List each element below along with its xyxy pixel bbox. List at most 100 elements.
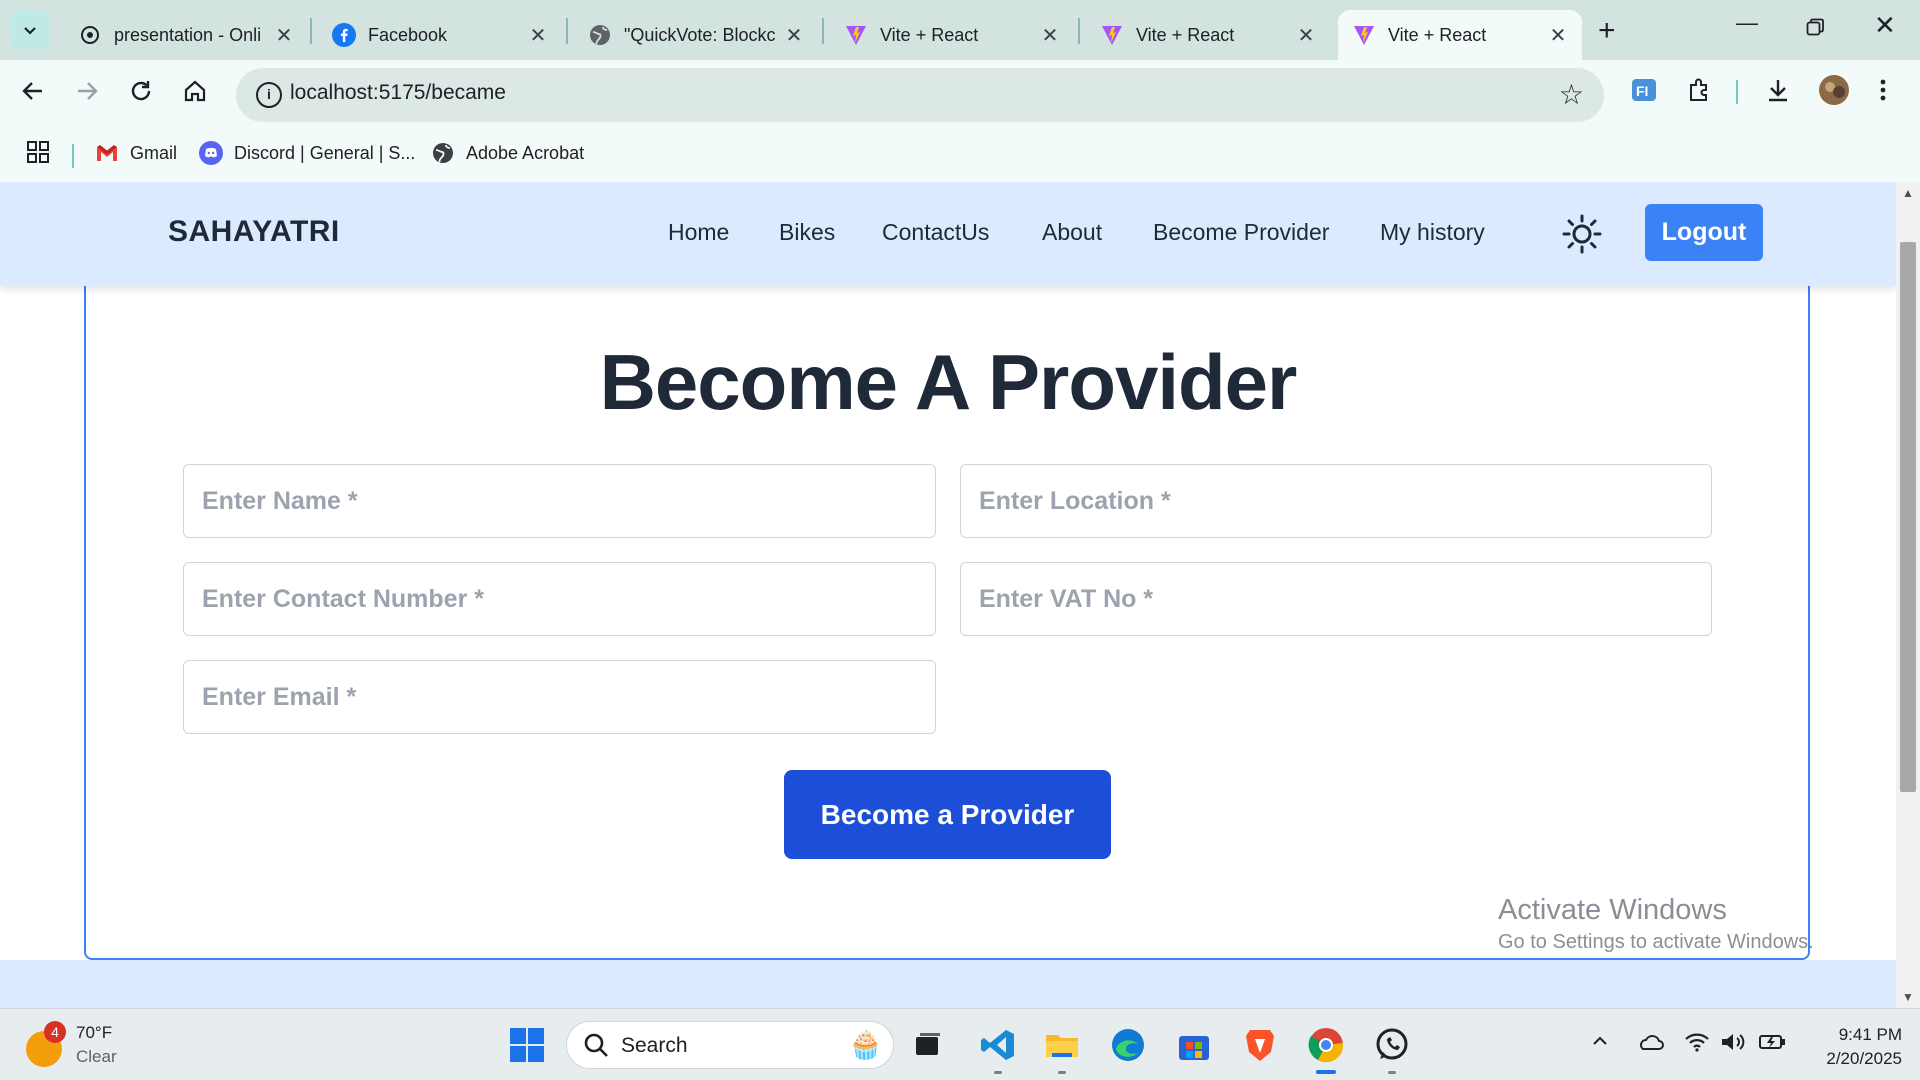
browser-tab[interactable]: "QuickVote: Blockc ✕ bbox=[574, 10, 818, 60]
extension-fi-icon[interactable]: FI bbox=[1630, 76, 1658, 109]
page-scrollbar[interactable]: ▲ ▼ bbox=[1896, 182, 1920, 1008]
nav-link-contactus[interactable]: ContactUs bbox=[882, 219, 989, 246]
tab-separator bbox=[566, 18, 568, 44]
sun-icon[interactable] bbox=[1562, 214, 1602, 254]
download-icon[interactable] bbox=[1764, 76, 1792, 109]
running-indicator bbox=[1058, 1071, 1066, 1074]
tab-title: Vite + React bbox=[1136, 24, 1235, 45]
watermark-title: Activate Windows bbox=[1498, 894, 1727, 926]
vite-icon bbox=[1100, 23, 1124, 47]
close-window-icon[interactable]: ✕ bbox=[1874, 10, 1896, 41]
clock-date: 2/20/2025 bbox=[1826, 1049, 1902, 1068]
discord-icon bbox=[198, 140, 224, 166]
file-explorer-icon[interactable] bbox=[1042, 1025, 1082, 1065]
clock-time: 9:41 PM bbox=[1838, 1025, 1902, 1044]
scrollbar-thumb[interactable] bbox=[1900, 242, 1916, 792]
browser-tab[interactable]: Vite + React ✕ bbox=[1086, 10, 1330, 60]
wifi-icon[interactable] bbox=[1684, 1031, 1710, 1059]
whatsapp-icon[interactable] bbox=[1372, 1025, 1412, 1065]
nav-link-about[interactable]: About bbox=[1042, 219, 1102, 246]
extensions-puzzle-icon[interactable] bbox=[1686, 76, 1714, 109]
watermark-subtitle: Go to Settings to activate Windows. bbox=[1498, 931, 1814, 953]
close-icon[interactable]: ✕ bbox=[274, 23, 294, 48]
vat-number-input[interactable] bbox=[960, 562, 1712, 636]
browser-tab-active[interactable]: Vite + React ✕ bbox=[1338, 10, 1582, 60]
vite-icon bbox=[844, 23, 868, 47]
globe-icon bbox=[588, 23, 612, 47]
more-menu-icon[interactable] bbox=[1878, 76, 1888, 109]
address-bar[interactable]: i localhost:5175/became ☆ bbox=[236, 68, 1604, 122]
site-info-icon[interactable]: i bbox=[256, 82, 282, 108]
onedrive-icon[interactable] bbox=[1636, 1031, 1664, 1059]
browser-tab[interactable]: presentation - Onli ✕ bbox=[64, 10, 308, 60]
bookmarks-bar: Gmail Discord | General | S... Adobe Acr… bbox=[0, 130, 1920, 182]
bookmark-label: Discord | General | S... bbox=[234, 142, 416, 163]
tab-title: "QuickVote: Blockc bbox=[624, 24, 776, 45]
nav-link-bikes[interactable]: Bikes bbox=[779, 219, 835, 246]
tab-title: Vite + React bbox=[1388, 24, 1487, 45]
site-brand[interactable]: SAHAYATRI bbox=[168, 215, 340, 249]
windows-start-icon[interactable] bbox=[507, 1025, 547, 1065]
orbit-icon bbox=[78, 23, 102, 47]
nav-link-become-provider[interactable]: Become Provider bbox=[1153, 219, 1329, 246]
windows-taskbar: 4 70°F Clear Search 🧁 9:41 PM 2/20/2025 bbox=[0, 1008, 1920, 1080]
search-label: Search bbox=[621, 1034, 688, 1057]
taskbar-search[interactable]: Search 🧁 bbox=[566, 1021, 894, 1069]
nav-link-my-history[interactable]: My history bbox=[1380, 219, 1485, 246]
close-icon[interactable]: ✕ bbox=[1548, 23, 1568, 48]
chrome-icon[interactable] bbox=[1306, 1025, 1346, 1065]
close-icon[interactable]: ✕ bbox=[784, 23, 804, 48]
url-text[interactable]: localhost:5175/became bbox=[290, 81, 506, 105]
facebook-icon bbox=[332, 23, 356, 47]
vite-icon bbox=[1352, 23, 1376, 47]
activate-windows-watermark: Activate Windows Go to Settings to activ… bbox=[1498, 894, 1814, 954]
new-tab-icon[interactable]: + bbox=[1598, 14, 1616, 48]
weather-widget[interactable]: 4 70°F Clear bbox=[26, 1021, 117, 1069]
home-icon[interactable] bbox=[182, 78, 208, 111]
become-provider-submit-button[interactable]: Become a Provider bbox=[784, 770, 1111, 859]
running-indicator bbox=[1388, 1071, 1396, 1074]
browser-tab[interactable]: Vite + React ✕ bbox=[830, 10, 1074, 60]
email-input[interactable] bbox=[183, 660, 936, 734]
minimize-icon[interactable]: — bbox=[1736, 10, 1758, 36]
tab-separator bbox=[310, 18, 312, 44]
bookmark-gmail[interactable]: Gmail bbox=[94, 140, 177, 166]
bookmark-star-icon[interactable]: ☆ bbox=[1559, 78, 1584, 111]
nav-link-home[interactable]: Home bbox=[668, 219, 729, 246]
bookmark-adobe-acrobat[interactable]: Adobe Acrobat bbox=[430, 140, 584, 166]
browser-tab[interactable]: Facebook ✕ bbox=[318, 10, 562, 60]
microsoft-store-icon[interactable] bbox=[1174, 1025, 1214, 1065]
reload-icon[interactable] bbox=[128, 78, 154, 111]
task-view-icon[interactable] bbox=[908, 1025, 948, 1065]
battery-icon[interactable] bbox=[1758, 1031, 1786, 1059]
close-icon[interactable]: ✕ bbox=[1296, 23, 1316, 48]
page-title: Become A Provider bbox=[599, 338, 1298, 426]
system-clock[interactable]: 9:41 PM 2/20/2025 bbox=[1806, 1023, 1902, 1071]
close-icon[interactable]: ✕ bbox=[528, 23, 548, 48]
scroll-up-icon[interactable]: ▲ bbox=[1902, 186, 1914, 200]
logout-button[interactable]: Logout bbox=[1645, 204, 1763, 261]
web-page: SAHAYATRI Home Bikes ContactUs About Bec… bbox=[0, 182, 1896, 1008]
edge-icon[interactable] bbox=[1108, 1025, 1148, 1065]
name-input[interactable] bbox=[183, 464, 936, 538]
gmail-icon bbox=[94, 140, 120, 166]
location-input[interactable] bbox=[960, 464, 1712, 538]
globe-icon bbox=[430, 140, 456, 166]
scroll-down-icon[interactable]: ▼ bbox=[1902, 990, 1914, 1004]
back-icon[interactable] bbox=[20, 78, 46, 111]
close-icon[interactable]: ✕ bbox=[1040, 23, 1060, 48]
forward-icon[interactable] bbox=[74, 78, 100, 111]
contact-number-input[interactable] bbox=[183, 562, 936, 636]
chevron-up-icon[interactable] bbox=[1590, 1031, 1610, 1057]
volume-icon[interactable] bbox=[1720, 1031, 1746, 1059]
tab-search-button[interactable] bbox=[10, 10, 50, 50]
apps-grid-icon[interactable] bbox=[26, 140, 50, 164]
restore-icon[interactable] bbox=[1806, 10, 1824, 42]
bookmark-label: Gmail bbox=[130, 142, 178, 163]
browser-toolbar: i localhost:5175/became ☆ FI bbox=[0, 60, 1920, 130]
profile-avatar[interactable] bbox=[1818, 74, 1850, 111]
bookmark-discord[interactable]: Discord | General | S... bbox=[198, 140, 415, 166]
brave-icon[interactable] bbox=[1240, 1025, 1280, 1065]
bookmark-label: Adobe Acrobat bbox=[466, 142, 585, 163]
vscode-icon[interactable] bbox=[978, 1025, 1018, 1065]
